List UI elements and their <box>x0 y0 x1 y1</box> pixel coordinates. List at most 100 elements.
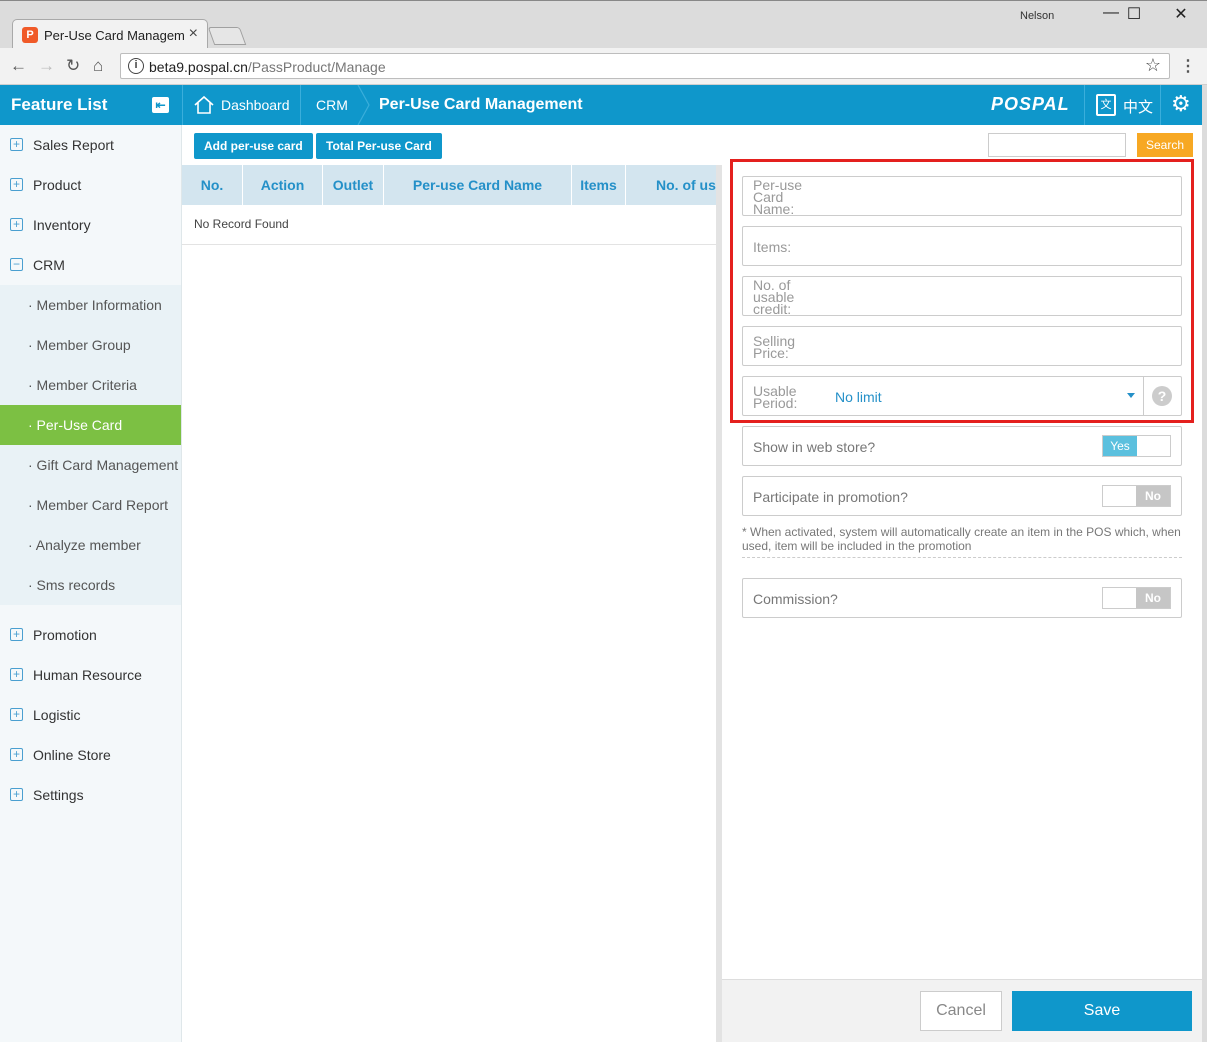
usable-period-select[interactable]: Usable Period: No limit ? <box>742 376 1182 416</box>
sidebar-subitem-gift-card-management[interactable]: · Gift Card Management <box>0 445 181 485</box>
promotion-row: Participate in promotion? No <box>742 476 1182 516</box>
table-header: No. Action Outlet Per-use Card Name Item… <box>182 165 722 205</box>
card-name-field[interactable]: Per-use Card Name: <box>742 176 1182 216</box>
site-info-icon[interactable]: i <box>128 58 144 74</box>
browser-titlebar: P Per-Use Card Management × Nelson — ☐ ✕ <box>0 0 1207 49</box>
expand-plus-icon[interactable]: + <box>10 138 23 151</box>
sidebar-item-inventory[interactable]: + Inventory <box>0 205 181 245</box>
table-row-divider <box>182 244 722 245</box>
web-store-label: Show in web store? <box>753 439 876 455</box>
card-name-label: Per-use Card Name: <box>753 177 803 217</box>
sidebar-item-label: CRM <box>33 257 65 273</box>
sidebar-item-settings[interactable]: + Settings <box>0 775 181 815</box>
crm-submenu: · Member Information · Member Group · Me… <box>0 285 181 605</box>
app-header: Feature List ⇤ Dashboard CRM Per-Use Car… <box>0 85 1202 125</box>
sidebar-subitem-member-card-report[interactable]: · Member Card Report <box>0 485 181 525</box>
chevron-down-icon[interactable] <box>1127 393 1135 398</box>
url-text[interactable]: beta9.pospal.cn/PassProduct/Manage <box>149 59 386 75</box>
items-field[interactable]: Items: <box>742 226 1182 266</box>
sidebar-item-label: Online Store <box>33 747 111 763</box>
bookmark-star-icon[interactable]: ☆ <box>1145 55 1161 76</box>
sidebar-subitem-member-criteria[interactable]: · Member Criteria <box>0 365 181 405</box>
reload-icon[interactable]: ↻ <box>66 56 80 76</box>
web-store-toggle[interactable]: Yes <box>1102 435 1171 457</box>
address-bar[interactable]: i beta9.pospal.cn/PassProduct/Manage ☆ <box>120 53 1170 79</box>
forward-arrow-icon[interactable]: → <box>38 56 55 76</box>
usable-period-value[interactable]: No limit <box>835 389 882 405</box>
feature-list-title: Feature List <box>11 95 108 114</box>
expand-plus-icon[interactable]: + <box>10 708 23 721</box>
toggle-no-label: No <box>1136 486 1170 506</box>
sidebar-item-label: Settings <box>33 787 84 803</box>
commission-label: Commission? <box>753 591 838 607</box>
sidebar-item-sales-report[interactable]: + Sales Report <box>0 125 181 165</box>
sidebar-subitem-sms-records[interactable]: · Sms records <box>0 565 181 605</box>
sidebar-subitem-analyze-member[interactable]: · Analyze member <box>0 525 181 565</box>
close-window-icon[interactable]: ✕ <box>1158 4 1204 24</box>
expand-plus-icon[interactable]: + <box>10 788 23 801</box>
page-title: Per-Use Card Management <box>379 96 583 113</box>
profile-name[interactable]: Nelson <box>1020 10 1054 22</box>
usable-credit-label: No. of usable credit: <box>753 277 795 317</box>
sidebar-item-crm[interactable]: − CRM <box>0 245 181 285</box>
breadcrumb-crm[interactable]: CRM <box>316 97 348 113</box>
promotion-note: * When activated, system will automatica… <box>742 525 1182 558</box>
add-per-use-card-button[interactable]: Add per-use card <box>194 133 313 159</box>
sidebar-item-online-store[interactable]: + Online Store <box>0 735 181 775</box>
help-icon[interactable]: ? <box>1152 386 1172 406</box>
sidebar-subitem-member-group[interactable]: · Member Group <box>0 325 181 365</box>
new-tab-button[interactable] <box>207 27 247 45</box>
sidebar-item-human-resource[interactable]: + Human Resource <box>0 655 181 695</box>
expand-plus-icon[interactable]: + <box>10 218 23 231</box>
column-header-no: No. <box>182 165 243 205</box>
header-divider <box>1084 85 1085 125</box>
expand-plus-icon[interactable]: + <box>10 628 23 641</box>
search-input[interactable] <box>988 133 1126 157</box>
column-header-action: Action <box>243 165 323 205</box>
column-header-items: Items <box>572 165 626 205</box>
search-button[interactable]: Search <box>1137 133 1193 157</box>
browser-menu-icon[interactable]: ⋮ <box>1180 56 1196 76</box>
items-label: Items: <box>753 239 792 255</box>
browser-tab[interactable]: P Per-Use Card Management × <box>12 19 208 49</box>
cancel-button[interactable]: Cancel <box>920 991 1002 1031</box>
sidebar-item-label: Logistic <box>33 707 81 723</box>
browser-toolbar: ← → ↻ ⌂ i beta9.pospal.cn/PassProduct/Ma… <box>0 48 1207 85</box>
total-per-use-card-button[interactable]: Total Per-use Card <box>316 133 442 159</box>
breadcrumb-dashboard[interactable]: Dashboard <box>221 97 290 113</box>
language-switch[interactable]: 中文 <box>1123 96 1153 117</box>
collapse-minus-icon[interactable]: − <box>10 258 23 271</box>
commission-toggle[interactable]: No <box>1102 587 1171 609</box>
sidebar-subitem-label: · Sms records <box>28 577 116 593</box>
expand-plus-icon[interactable]: + <box>10 748 23 761</box>
maximize-icon[interactable]: ☐ <box>1111 4 1157 24</box>
sidebar-subitem-per-use-card[interactable]: · Per-Use Card <box>0 405 181 445</box>
sidebar-item-label: Inventory <box>33 217 91 233</box>
column-header-usable-credit: No. of usable credit <box>656 177 722 193</box>
sidebar-item-promotion[interactable]: + Promotion <box>0 615 181 655</box>
web-store-row: Show in web store? Yes <box>742 426 1182 466</box>
sidebar-item-logistic[interactable]: + Logistic <box>0 695 181 735</box>
header-divider <box>1160 85 1161 125</box>
expand-plus-icon[interactable]: + <box>10 178 23 191</box>
home-icon[interactable] <box>193 94 215 116</box>
sidebar-item-product[interactable]: + Product <box>0 165 181 205</box>
sidebar-subitem-member-information[interactable]: · Member Information <box>0 285 181 325</box>
tab-close-icon[interactable]: × <box>189 25 198 43</box>
back-arrow-icon[interactable]: ← <box>10 56 27 76</box>
promotion-toggle[interactable]: No <box>1102 485 1171 507</box>
home-button-icon[interactable]: ⌂ <box>93 56 103 76</box>
sidebar-item-label: Human Resource <box>33 667 142 683</box>
column-header-card-name: Per-use Card Name <box>384 165 572 205</box>
promotion-label: Participate in promotion? <box>753 489 908 505</box>
collapse-sidebar-icon[interactable]: ⇤ <box>152 97 169 113</box>
language-icon[interactable]: 文 <box>1096 94 1116 116</box>
sidebar-subitem-label: · Gift Card Management <box>28 457 179 473</box>
selling-price-field[interactable]: Selling Price: <box>742 326 1182 366</box>
commission-row: Commission? No <box>742 578 1182 618</box>
usable-credit-field[interactable]: No. of usable credit: <box>742 276 1182 316</box>
per-use-card-form-panel: Per-use Card Name: Items: No. of usable … <box>722 159 1202 1042</box>
gear-icon[interactable]: ⚙ <box>1171 93 1191 115</box>
expand-plus-icon[interactable]: + <box>10 668 23 681</box>
save-button[interactable]: Save <box>1012 991 1192 1031</box>
